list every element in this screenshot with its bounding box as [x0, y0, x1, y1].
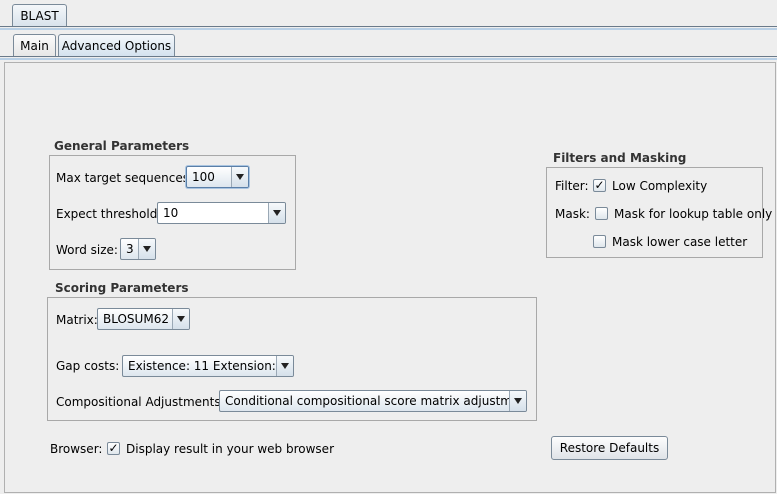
word-size-label: Word size: — [56, 243, 118, 257]
low-complexity-checkbox[interactable]: ✓ — [593, 179, 606, 192]
gap-costs-value: Existence: 11 Extension: 1 — [128, 359, 288, 373]
expect-threshold-select[interactable]: 10 — [157, 202, 286, 224]
tab-advanced-options[interactable]: Advanced Options — [58, 34, 175, 57]
general-parameters-title: General Parameters — [54, 139, 190, 153]
browser-label: Browser: — [50, 442, 103, 456]
chevron-down-icon[interactable] — [172, 309, 189, 329]
expect-threshold-value: 10 — [163, 206, 179, 220]
matrix-value: BLOSUM62 — [103, 312, 169, 326]
chevron-down-icon[interactable] — [268, 203, 285, 223]
display-browser-checkbox[interactable]: ✓ — [107, 442, 120, 455]
compositional-adjustments-value: Conditional compositional score matrix a… — [225, 394, 527, 408]
outer-tab-divider — [0, 26, 777, 27]
advanced-options-panel — [4, 62, 776, 493]
max-target-label: Max target sequences: — [56, 171, 194, 185]
max-target-value: 100 — [192, 170, 215, 184]
checkmark-icon: ✓ — [108, 441, 119, 455]
outer-tab-divider-accent — [0, 28, 777, 30]
word-size-select[interactable]: 3 — [120, 238, 156, 260]
mask-lookup-checkbox[interactable] — [595, 207, 608, 220]
chevron-down-icon[interactable] — [509, 391, 526, 411]
mask-lower-checkbox[interactable] — [593, 235, 606, 248]
gap-costs-label: Gap costs: — [56, 359, 120, 373]
low-complexity-label: Low Complexity — [612, 179, 708, 193]
display-browser-label: Display result in your web browser — [126, 442, 335, 456]
word-size-value: 3 — [126, 242, 134, 256]
compositional-adjustments-label: Compositional Adjustments: — [56, 395, 225, 409]
tab-blast[interactable]: BLAST — [12, 4, 67, 26]
outer-tab-bar — [0, 0, 777, 27]
inner-tab-divider — [0, 56, 777, 57]
compositional-adjustments-select[interactable]: Conditional compositional score matrix a… — [219, 390, 527, 412]
checkmark-icon: ✓ — [594, 178, 605, 192]
matrix-label: Matrix: — [56, 313, 98, 327]
chevron-down-icon[interactable] — [231, 167, 248, 187]
chevron-down-icon[interactable] — [138, 239, 155, 259]
max-target-select[interactable]: 100 — [186, 166, 249, 188]
filter-label: Filter: — [555, 179, 589, 193]
gap-costs-select[interactable]: Existence: 11 Extension: 1 — [122, 355, 294, 377]
matrix-select[interactable]: BLOSUM62 — [97, 308, 190, 330]
mask-label: Mask: — [555, 207, 590, 221]
mask-lookup-label: Mask for lookup table only — [614, 207, 773, 221]
restore-defaults-button[interactable]: Restore Defaults — [551, 436, 668, 460]
scoring-parameters-title: Scoring Parameters — [55, 281, 189, 295]
expect-threshold-label: Expect threshold: — [56, 207, 162, 221]
chevron-down-icon[interactable] — [276, 356, 293, 376]
tab-main[interactable]: Main — [13, 34, 56, 57]
filters-masking-title: Filters and Masking — [553, 151, 687, 165]
inner-tab-divider-accent — [0, 58, 777, 60]
mask-lower-label: Mask lower case letter — [612, 235, 748, 249]
